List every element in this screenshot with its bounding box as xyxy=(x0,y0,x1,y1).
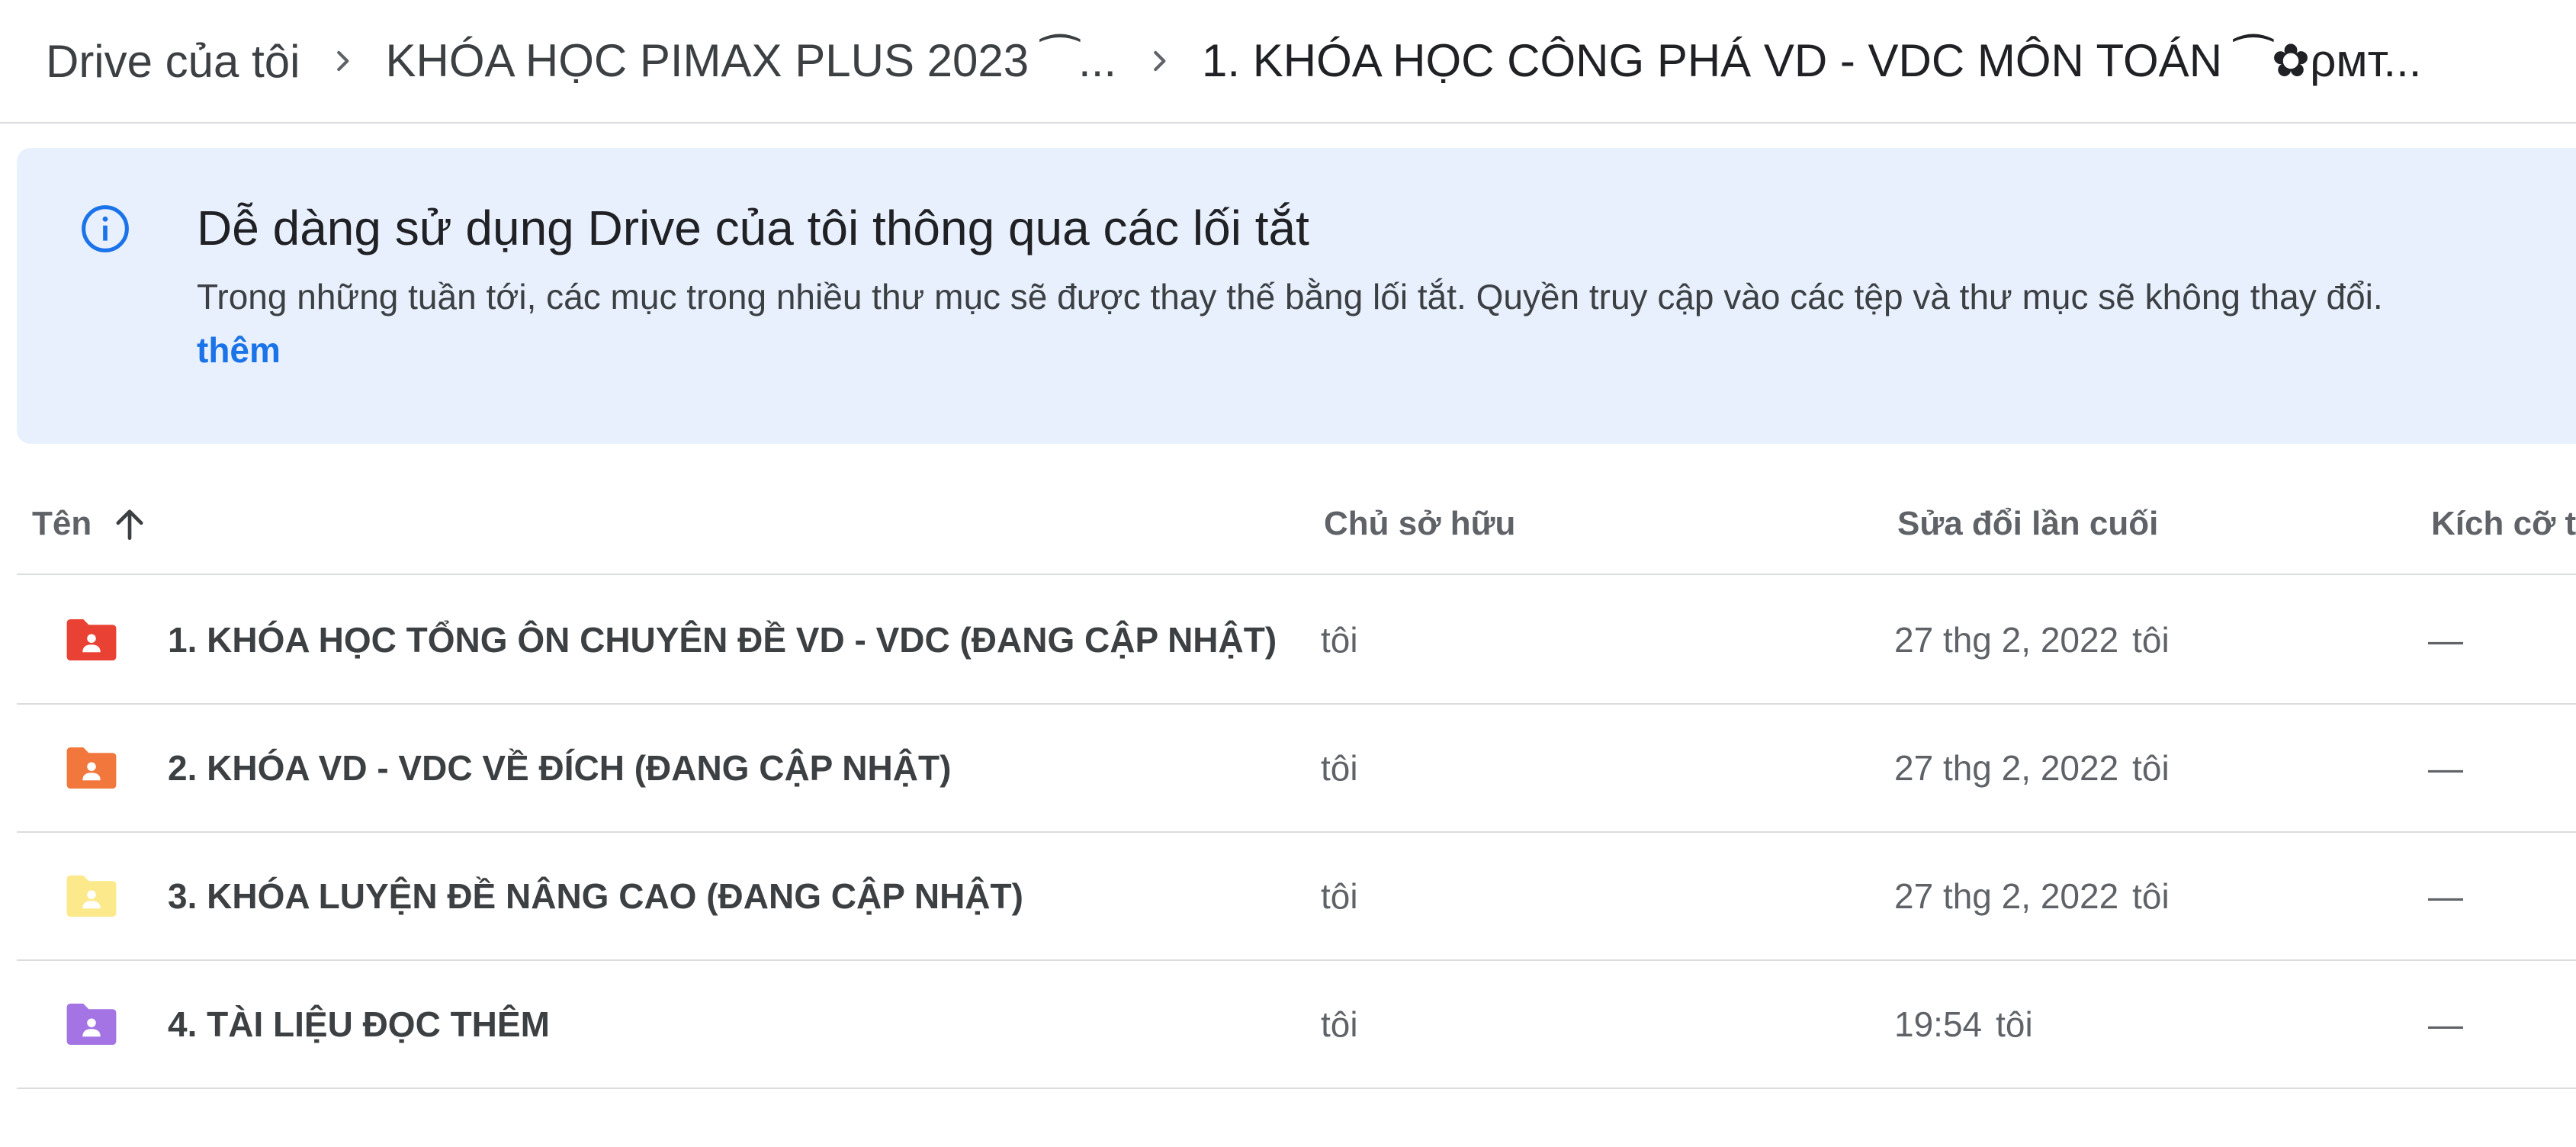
file-size: — xyxy=(2428,748,2463,788)
arrow-up-icon[interactable] xyxy=(108,503,151,545)
file-name: 2. KHÓA VD - VDC VỀ ĐÍCH (ĐANG CẬP NHẬT) xyxy=(168,748,952,788)
modified-by: tôi xyxy=(2132,876,2170,916)
table-row[interactable]: 1. KHÓA HỌC TỔNG ÔN CHUYÊN ĐỀ VD - VDC (… xyxy=(17,577,2576,705)
breadcrumb: Drive của tôi KHÓA HỌC PIMAX PLUS 2023 ⁀… xyxy=(0,0,2576,124)
shared-folder-icon xyxy=(66,876,117,917)
file-last-modified: 27 thg 2, 2022 tôi xyxy=(1894,833,2170,959)
file-name: 1. KHÓA HỌC TỔNG ÔN CHUYÊN ĐỀ VD - VDC (… xyxy=(168,620,1277,660)
column-header-owner[interactable]: Chủ sở hữu xyxy=(1324,473,1515,575)
modified-by: tôi xyxy=(2132,620,2170,660)
file-list-header: Tên Chủ sở hữu Sửa đổi lần cuối Kích cỡ … xyxy=(17,473,2576,575)
file-last-modified: 27 thg 2, 2022 tôi xyxy=(1894,577,2170,703)
banner-learn-more-link[interactable]: thêm xyxy=(197,329,281,371)
modified-date: 19:54 xyxy=(1894,1004,1983,1044)
chevron-right-icon xyxy=(306,38,379,84)
banner-text: Trong những tuần tới, các mục trong nhiề… xyxy=(197,277,2383,316)
file-size: — xyxy=(2428,620,2463,660)
modified-by: tôi xyxy=(2132,748,2170,788)
shared-folder-icon xyxy=(66,1004,117,1045)
breadcrumb-item-current-folder[interactable]: 1. KHÓA HỌC CÔNG PHÁ VD - VDC MÔN TOÁN ⁀… xyxy=(1196,27,2427,95)
column-header-last-modified[interactable]: Sửa đổi lần cuối xyxy=(1897,473,2158,575)
file-name: 3. KHÓA LUYỆN ĐỀ NÂNG CAO (ĐANG CẬP NHẬT… xyxy=(168,876,1023,916)
file-last-modified: 19:54 tôi xyxy=(1894,961,2033,1088)
table-row[interactable]: 3. KHÓA LUYỆN ĐỀ NÂNG CAO (ĐANG CẬP NHẬT… xyxy=(17,833,2576,961)
modified-date: 27 thg 2, 2022 xyxy=(1894,876,2119,916)
info-icon xyxy=(82,205,129,252)
file-owner: tôi xyxy=(1321,748,1358,788)
breadcrumb-item-my-drive[interactable]: Drive của tôi xyxy=(40,27,306,95)
breadcrumb-item-pimax-plus[interactable]: KHÓA HỌC PIMAX PLUS 2023 ⁀... xyxy=(379,27,1123,95)
file-owner: tôi xyxy=(1321,1004,1358,1044)
column-header-name-label: Tên xyxy=(32,505,92,542)
banner-title: Dễ dàng sử dụng Drive của tôi thông qua … xyxy=(197,201,1309,255)
modified-date: 27 thg 2, 2022 xyxy=(1894,748,2119,788)
file-name: 4. TÀI LIỆU ĐỌC THÊM xyxy=(168,1004,550,1044)
file-size: — xyxy=(2428,876,2463,916)
column-header-file-size[interactable]: Kích cỡ tệ xyxy=(2431,473,2576,575)
file-owner: tôi xyxy=(1321,876,1358,916)
table-row[interactable]: 4. TÀI LIỆU ĐỌC THÊM tôi 19:54 tôi — xyxy=(17,961,2576,1089)
file-size: — xyxy=(2428,1004,2463,1044)
file-last-modified: 27 thg 2, 2022 tôi xyxy=(1894,705,2170,831)
table-row[interactable]: 2. KHÓA VD - VDC VỀ ĐÍCH (ĐANG CẬP NHẬT)… xyxy=(17,705,2576,833)
modified-by: tôi xyxy=(1996,1004,2033,1044)
chevron-right-icon xyxy=(1123,38,1196,84)
shared-folder-icon xyxy=(66,619,117,660)
modified-date: 27 thg 2, 2022 xyxy=(1894,620,2119,660)
file-owner: tôi xyxy=(1321,620,1358,660)
shared-folder-icon xyxy=(66,747,117,789)
column-header-name[interactable]: Tên xyxy=(32,473,151,575)
